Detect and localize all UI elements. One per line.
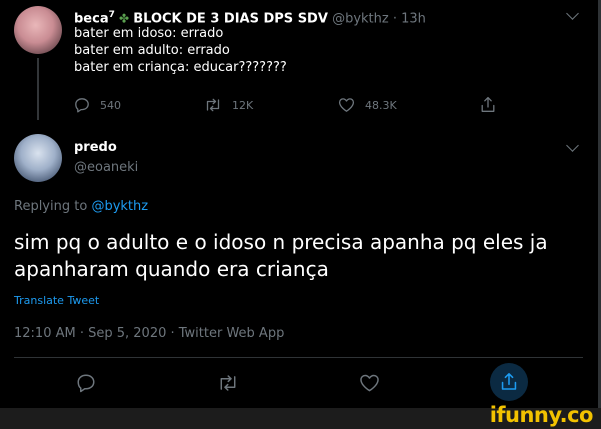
separator-dot: · — [392, 11, 397, 27]
parent-tweet-line: bater em criança: educar??????? — [74, 60, 287, 75]
reply-tweet-text: sim pq o adulto e o idoso n precisa apan… — [14, 230, 548, 281]
chevron-down-icon[interactable] — [566, 7, 579, 20]
share-icon — [501, 373, 517, 390]
like-count: 48.3K — [365, 98, 397, 112]
share-icon — [481, 96, 495, 112]
retweet-count: 12K — [232, 98, 254, 112]
reply-button[interactable] — [76, 373, 96, 393]
like-button[interactable] — [359, 373, 380, 393]
heart-icon — [338, 98, 355, 112]
parent-time[interactable]: 13h — [401, 11, 426, 26]
parent-tweet-line: bater em idoso: errado — [74, 26, 224, 41]
reply-count: 540 — [100, 98, 121, 112]
retweet-action[interactable]: 12K — [204, 97, 253, 113]
thread-connector — [37, 58, 39, 120]
replying-prefix: Replying to — [14, 199, 88, 214]
share-action[interactable] — [480, 96, 496, 114]
parent-tweet-header: beca7 ✤ BLOCK DE 3 DIAS DPS SDV @bykthz … — [74, 6, 426, 28]
chevron-down-icon[interactable] — [566, 139, 579, 152]
avatar[interactable] — [14, 6, 62, 54]
name-superscript: 7 — [108, 10, 115, 20]
parent-display-name[interactable]: beca — [74, 11, 109, 26]
tweet-timestamp[interactable]: 12:10 AM · Sep 5, 2020 · Twitter Web App — [14, 326, 284, 341]
like-action[interactable]: 48.3K — [338, 97, 397, 113]
avatar[interactable] — [14, 134, 62, 182]
herb-emoji-icon: ✤ — [119, 11, 130, 26]
reply-display-name[interactable]: predo — [74, 140, 117, 155]
tweet-screenshot: beca7 ✤ BLOCK DE 3 DIAS DPS SDV @bykthz … — [0, 0, 601, 429]
parent-handle[interactable]: @bykthz — [332, 11, 389, 26]
retweet-icon — [206, 98, 220, 112]
ifunny-watermark: ifunny.co — [489, 403, 594, 427]
reply-icon — [75, 98, 89, 113]
parent-name-suffix: BLOCK DE 3 DIAS DPS SDV — [133, 11, 328, 27]
reply-icon — [77, 374, 95, 393]
translate-tweet-link[interactable]: Translate Tweet — [14, 294, 99, 307]
replying-handle-link[interactable]: @bykthz — [91, 199, 148, 214]
replying-to: Replying to @bykthz — [14, 199, 148, 214]
heart-icon — [360, 374, 379, 392]
retweet-icon — [220, 375, 236, 391]
reply-action[interactable]: 540 — [74, 97, 121, 113]
share-button[interactable] — [490, 363, 528, 401]
reply-handle[interactable]: @eoaneki — [74, 160, 138, 175]
retweet-button[interactable] — [217, 373, 239, 393]
divider — [14, 357, 583, 358]
parent-tweet-line: bater em adulto: errado — [74, 43, 230, 58]
